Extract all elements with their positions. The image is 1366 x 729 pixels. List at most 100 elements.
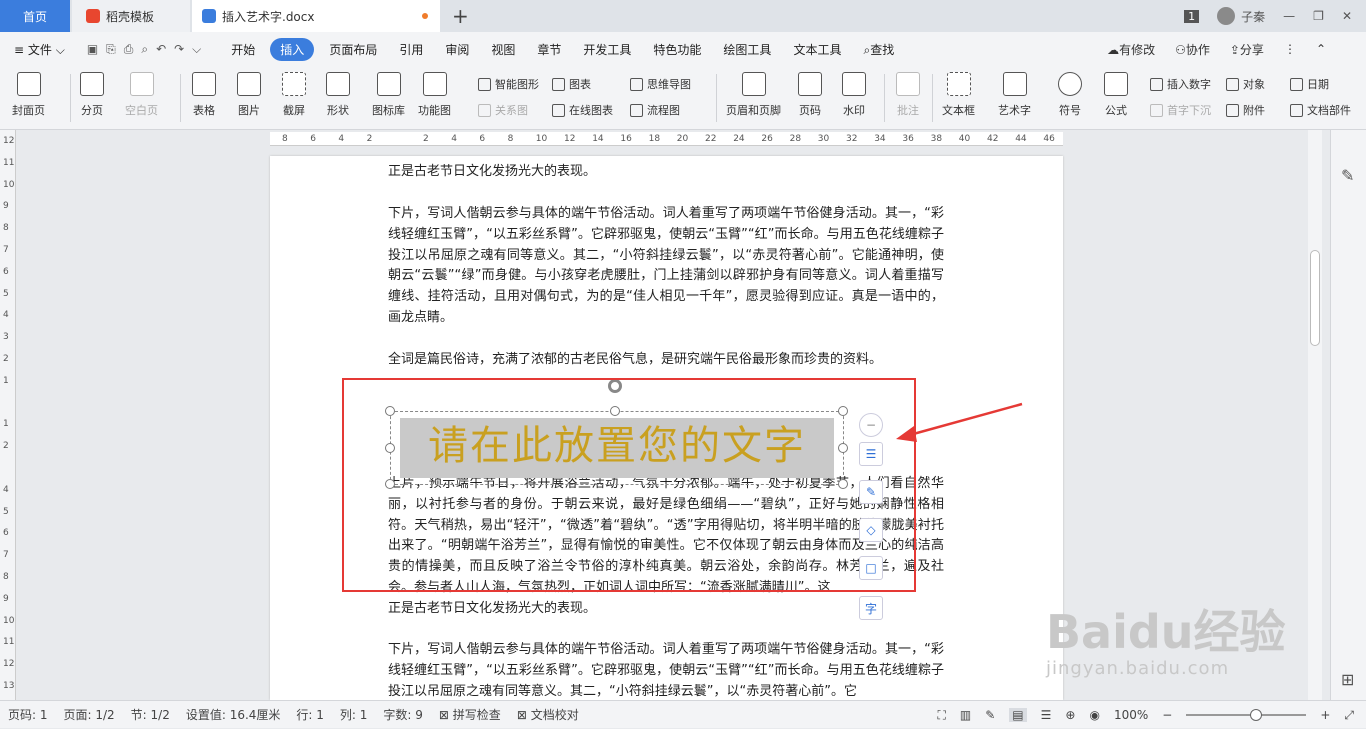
vertical-ruler[interactable]: 12 11 10 9 8 7 6 5 4 3 2 1 1 2 4 5 6 7 8 9 10 11 12 13 xyxy=(0,130,16,700)
menu-home[interactable]: 开始 xyxy=(220,41,266,58)
shape-outline-icon[interactable]: □ xyxy=(859,556,883,580)
more-icon[interactable]: ⋮ xyxy=(1284,42,1296,56)
wordart-button[interactable]: 艺术字 xyxy=(998,72,1031,118)
zoom-level[interactable]: 100% xyxy=(1114,708,1148,722)
write-mode-icon[interactable]: ✎ xyxy=(985,708,995,722)
smart-art-button[interactable]: 智能图形 xyxy=(478,76,539,92)
changes-label: 有修改 xyxy=(1119,42,1156,57)
new-tab-button[interactable]: + xyxy=(452,4,469,28)
relation-chart-button[interactable]: 关系图 xyxy=(478,102,528,118)
web-view-icon[interactable]: ⊕ xyxy=(1065,708,1075,722)
close-icon[interactable]: ✕ xyxy=(1342,9,1352,23)
zoom-slider[interactable] xyxy=(1186,709,1307,721)
doc-proof-button[interactable]: ⊠ 文档校对 xyxy=(509,706,587,723)
ruler-tick: 2 xyxy=(3,354,9,364)
menu-developer[interactable]: 开发工具 xyxy=(572,41,642,58)
icon-library-button[interactable]: 图标库 xyxy=(372,72,405,118)
drop-cap-button[interactable]: 首字下沉 xyxy=(1150,102,1211,118)
cover-page-button[interactable]: 封面页 xyxy=(12,72,45,118)
pen-icon[interactable]: ✎ xyxy=(1341,166,1354,185)
comment-button[interactable]: 批注 xyxy=(896,72,920,118)
chart-button[interactable]: 图表 xyxy=(552,76,591,92)
outline-view-icon[interactable]: ☰ xyxy=(1041,708,1052,722)
search-button[interactable]: ⌕查找 xyxy=(852,41,905,58)
paragraph-3: 全词是篇民俗诗，充满了浓郁的古老民俗气息，是研究端午民俗最形象而珍贵的资料。 xyxy=(388,352,883,367)
collapse-icon[interactable]: ⌃ xyxy=(1316,42,1326,56)
table-button[interactable]: 表格 xyxy=(192,72,216,118)
formula-button[interactable]: 公式 xyxy=(1104,72,1128,118)
menu-text-tools[interactable]: 文本工具 xyxy=(782,41,852,58)
page-view-icon[interactable]: ▤ xyxy=(1009,708,1027,722)
flowchart-button[interactable]: 流程图 xyxy=(630,102,680,118)
grid-icon[interactable]: ⊞ xyxy=(1341,670,1354,689)
ruler-tick: 2 xyxy=(423,134,429,144)
menu-review[interactable]: 审阅 xyxy=(434,41,480,58)
doc-parts-button[interactable]: 文档部件 xyxy=(1290,102,1351,118)
menu-features[interactable]: 特色功能 xyxy=(642,41,712,58)
file-menu[interactable]: ≡ 文件 ⌵ xyxy=(0,41,76,58)
menu-drawing-tools[interactable]: 绘图工具 xyxy=(712,41,782,58)
text-tool-button[interactable]: 字 xyxy=(859,596,883,620)
minimize-icon[interactable]: — xyxy=(1283,9,1295,23)
collab-button[interactable]: ⚇协作 xyxy=(1175,41,1210,58)
ruler-tick: 2 xyxy=(366,134,373,144)
horizontal-ruler[interactable]: 8 6 4 2 2 4 6 8 10 12 14 16 18 20 22 24 26 28 30 32 34 36 38 40… xyxy=(270,132,1063,146)
online-chart-button[interactable]: 在线图表 xyxy=(552,102,613,118)
page-break-button[interactable]: 分页 xyxy=(80,72,104,118)
expand-icon[interactable]: ⤢ xyxy=(1344,708,1354,723)
ruler-tick: 12 xyxy=(3,659,15,670)
eye-protect-icon[interactable]: ◉ xyxy=(1089,708,1099,722)
scrollbar-thumb[interactable] xyxy=(1310,250,1320,346)
document-page[interactable]: 正是古老节日文化发扬光大的表现。 下片，写词人偕朝云参与具体的端午节俗活动。词人… xyxy=(270,156,1063,700)
window-count-badge[interactable]: 1 xyxy=(1184,9,1200,23)
tab-document[interactable]: 插入艺术字.docx xyxy=(192,0,440,32)
attachment-button[interactable]: 附件 xyxy=(1226,102,1265,118)
share-button[interactable]: ⇪分享 xyxy=(1230,41,1264,58)
shape-button[interactable]: 形状 xyxy=(326,72,350,118)
collapse-tools-icon[interactable]: − xyxy=(859,413,883,437)
menu-view[interactable]: 视图 xyxy=(480,41,526,58)
date-button[interactable]: 日期 xyxy=(1290,76,1329,92)
fullscreen-icon[interactable]: ⛶ xyxy=(937,708,945,723)
tab-home[interactable]: 首页 xyxy=(0,0,70,32)
changes-button[interactable]: ☁有修改 xyxy=(1107,41,1155,58)
ruler-tick: 32 xyxy=(846,134,858,144)
page-number-button[interactable]: 页码 xyxy=(798,72,822,118)
user-account[interactable]: 子秦 xyxy=(1217,7,1265,25)
menu-section[interactable]: 章节 xyxy=(526,41,572,58)
flowchart-icon xyxy=(630,103,643,117)
zoom-slider-handle[interactable] xyxy=(1250,709,1263,721)
read-mode-icon[interactable]: ▥ xyxy=(960,708,971,722)
text-fill-icon[interactable]: ✎ xyxy=(859,480,883,504)
menu-layout[interactable]: 页面布局 xyxy=(318,41,388,58)
watermark-button[interactable]: 水印 xyxy=(842,72,866,118)
screenshot-button[interactable]: 截屏 xyxy=(282,72,306,118)
layout-options-icon[interactable]: ☰ xyxy=(859,442,883,466)
vertical-scrollbar[interactable] xyxy=(1308,130,1322,700)
quick-access-toolbar[interactable]: ▣⎘⎙⌕↶↷⌵ xyxy=(76,42,220,57)
ruler-tick: 34 xyxy=(874,134,886,144)
zoom-in-button[interactable]: + xyxy=(1320,708,1330,722)
ruler-tick: 13 xyxy=(3,681,15,691)
insert-number-button[interactable]: 插入数字 xyxy=(1150,76,1211,92)
blank-page-button[interactable]: 空白页 xyxy=(125,72,158,118)
picture-icon xyxy=(237,72,261,96)
restore-icon[interactable]: ❐ xyxy=(1313,9,1324,23)
mindmap-button[interactable]: 思维导图 xyxy=(630,76,691,92)
text-outline-icon[interactable]: ◇ xyxy=(859,518,883,542)
spell-check-button[interactable]: ⊠ 拼写检查 xyxy=(431,706,509,723)
function-chart-button[interactable]: 功能图 xyxy=(418,72,451,118)
picture-button[interactable]: 图片 xyxy=(237,72,261,118)
tab-daoke-templates[interactable]: 稻壳模板 xyxy=(72,0,190,32)
status-page[interactable]: 页码: 1 xyxy=(0,706,56,723)
comment-label: 批注 xyxy=(897,104,919,117)
menu-insert[interactable]: 插入 xyxy=(270,37,315,61)
zoom-out-button[interactable]: − xyxy=(1162,708,1172,722)
status-wordcount[interactable]: 字数: 9 xyxy=(375,706,431,723)
menu-reference[interactable]: 引用 xyxy=(388,41,434,58)
symbol-button[interactable]: 符号 xyxy=(1058,72,1082,118)
textbox-button[interactable]: 文本框 xyxy=(942,72,975,118)
ruler-tick: 40 xyxy=(958,134,971,144)
object-button[interactable]: 对象 xyxy=(1226,76,1265,92)
header-footer-button[interactable]: 页眉和页脚 xyxy=(726,72,781,118)
